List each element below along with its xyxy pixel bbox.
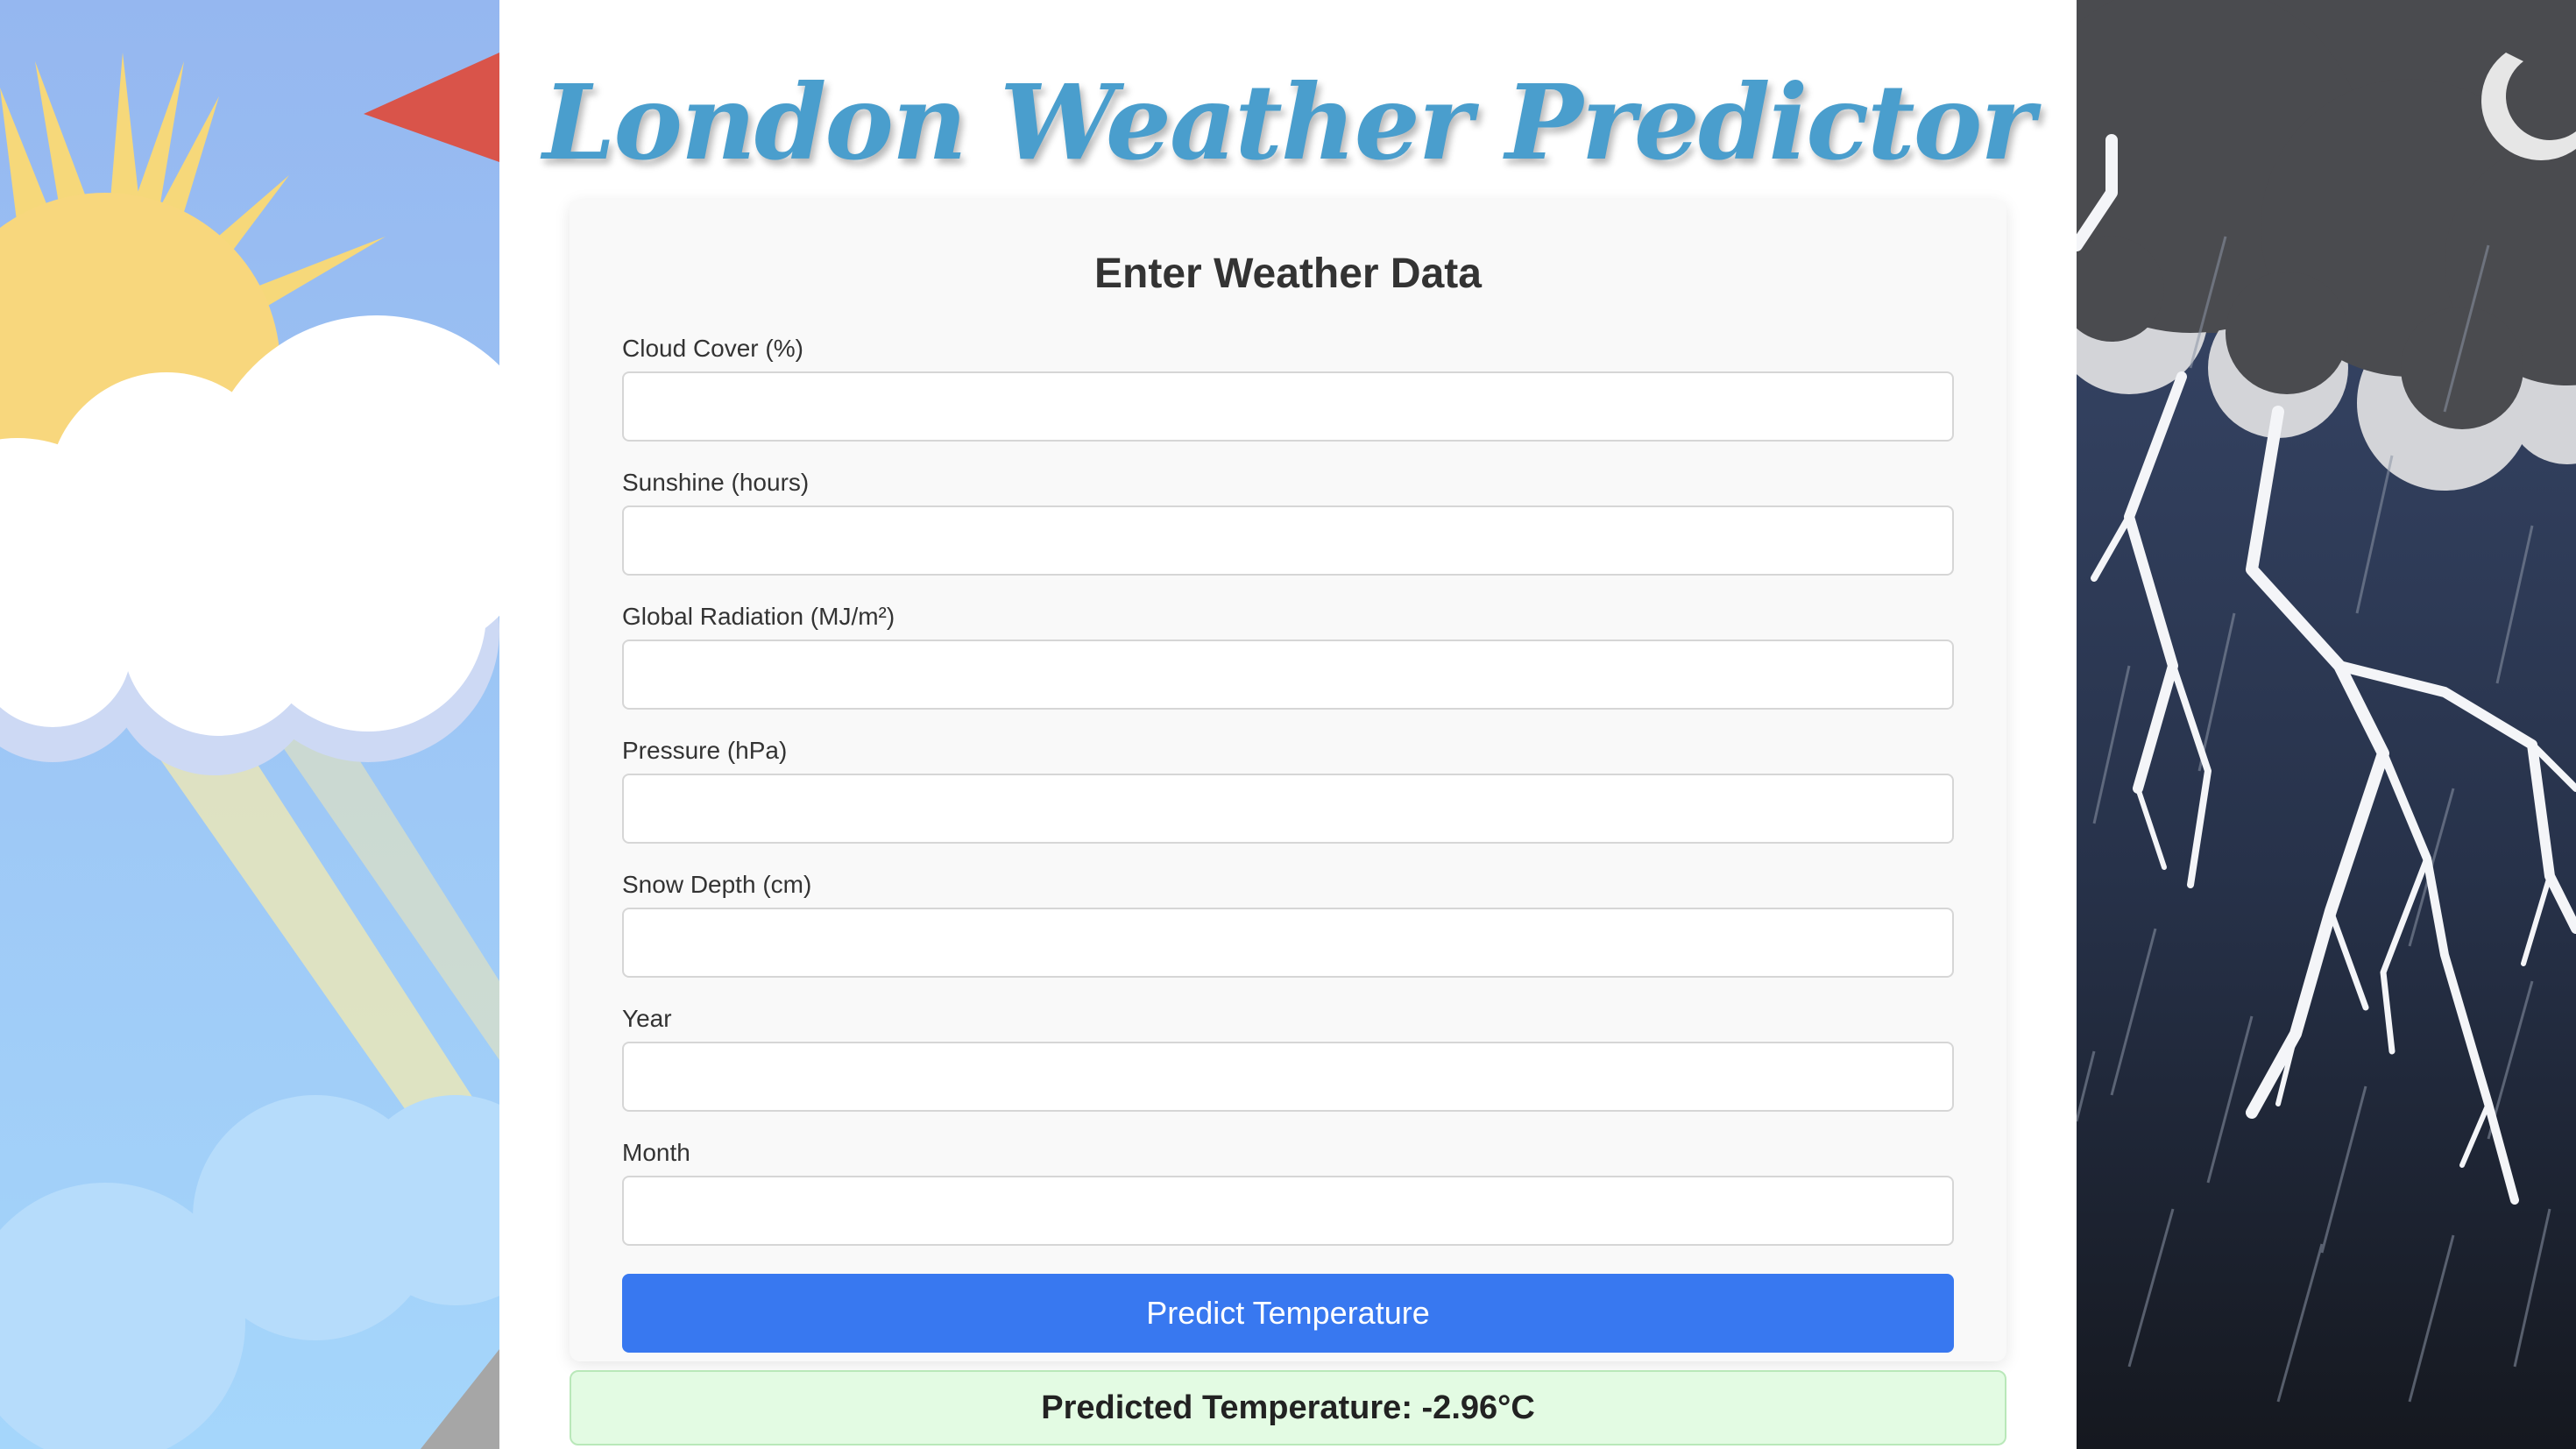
pressure-input[interactable] <box>622 774 1954 844</box>
snow-depth-label: Snow Depth (cm) <box>622 871 812 898</box>
main-content: London Weather Predictor Enter Weather D… <box>499 0 2077 1449</box>
thunderstorm-illustration <box>2077 0 2576 1449</box>
year-input[interactable] <box>622 1042 1954 1112</box>
predict-temperature-button[interactable]: Predict Temperature <box>622 1274 1954 1353</box>
page-title: London Weather Predictor <box>542 61 2035 183</box>
cloud-cover-input[interactable] <box>622 371 1954 442</box>
pressure-label: Pressure (hPa) <box>622 737 788 764</box>
sunny-weather-illustration <box>0 0 499 1449</box>
year-label: Year <box>622 1005 672 1032</box>
snow-depth-input[interactable] <box>622 908 1954 978</box>
sunshine-input[interactable] <box>622 505 1954 576</box>
cloud-cover-label: Cloud Cover (%) <box>622 335 803 362</box>
month-label: Month <box>622 1139 690 1166</box>
global-radiation-label: Global Radiation (MJ/m²) <box>622 603 895 630</box>
weather-data-form: Enter Weather Data Cloud Cover (%) Sunsh… <box>570 200 2006 1361</box>
sunshine-label: Sunshine (hours) <box>622 469 810 496</box>
month-input[interactable] <box>622 1176 1954 1246</box>
form-heading: Enter Weather Data <box>1094 251 1482 297</box>
global-radiation-input[interactable] <box>622 640 1954 710</box>
weather-predictor-page: London Weather Predictor Enter Weather D… <box>0 0 2576 1449</box>
predicted-temperature-result: Predicted Temperature: -2.96°C <box>570 1370 2006 1445</box>
